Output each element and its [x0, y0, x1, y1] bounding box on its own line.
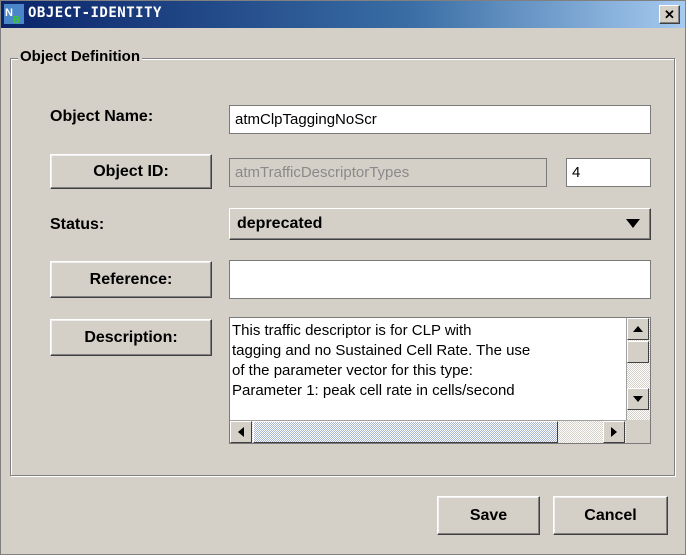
description-line: Parameter 1: peak cell rate in cells/sec… [232, 382, 515, 399]
scroll-left-button[interactable] [230, 421, 252, 443]
window-title: OBJECT-IDENTITY [28, 5, 162, 21]
arrow-down-icon [633, 396, 643, 402]
description-line: of the parameter vector for this type: [232, 362, 473, 379]
reference-input[interactable] [229, 260, 651, 299]
object-identity-dialog: N B OBJECT-IDENTITY ✕ Object Definition … [0, 0, 686, 555]
vertical-scroll-thumb[interactable] [627, 341, 649, 363]
object-id-parent-field: atmTrafficDescriptorTypes [229, 158, 547, 187]
object-name-label: Object Name: [50, 108, 154, 125]
close-button[interactable]: ✕ [659, 5, 680, 24]
horizontal-scroll-thumb[interactable] [253, 421, 558, 443]
close-icon: ✕ [664, 7, 675, 22]
object-id-button[interactable]: Object ID: [50, 154, 212, 189]
description-button[interactable]: Description: [50, 319, 212, 356]
description-line: This traffic descriptor is for CLP with [232, 322, 472, 339]
svg-text:N: N [5, 7, 13, 19]
scroll-down-button[interactable] [627, 388, 649, 410]
svg-text:B: B [13, 15, 20, 24]
object-id-number-input[interactable]: 4 [566, 158, 651, 187]
arrow-left-icon [238, 427, 244, 437]
scroll-right-button[interactable] [603, 421, 625, 443]
description-textarea[interactable]: This traffic descriptor is for CLP with … [229, 317, 651, 444]
object-name-input[interactable]: atmClpTaggingNoScr [229, 105, 651, 134]
arrow-up-icon [633, 326, 643, 332]
status-select[interactable]: deprecated [229, 208, 651, 240]
horizontal-scrollbar[interactable] [230, 420, 626, 443]
scrollbar-corner [626, 420, 650, 443]
status-label: Status: [50, 216, 105, 233]
status-selected-value: deprecated [237, 215, 323, 232]
reference-button[interactable]: Reference: [50, 261, 212, 298]
title-bar[interactable]: N B OBJECT-IDENTITY ✕ [1, 1, 685, 28]
group-title: Object Definition [18, 48, 142, 65]
arrow-right-icon [611, 427, 617, 437]
vertical-scrollbar[interactable] [626, 318, 650, 422]
cancel-button[interactable]: Cancel [553, 496, 668, 535]
description-text[interactable]: This traffic descriptor is for CLP with … [232, 321, 627, 421]
description-line: tagging and no Sustained Cell Rate. The … [232, 342, 531, 359]
nb-logo-icon: N B [4, 4, 24, 24]
scroll-up-button[interactable] [627, 318, 649, 340]
save-button[interactable]: Save [437, 496, 540, 535]
chevron-down-icon [626, 219, 640, 228]
